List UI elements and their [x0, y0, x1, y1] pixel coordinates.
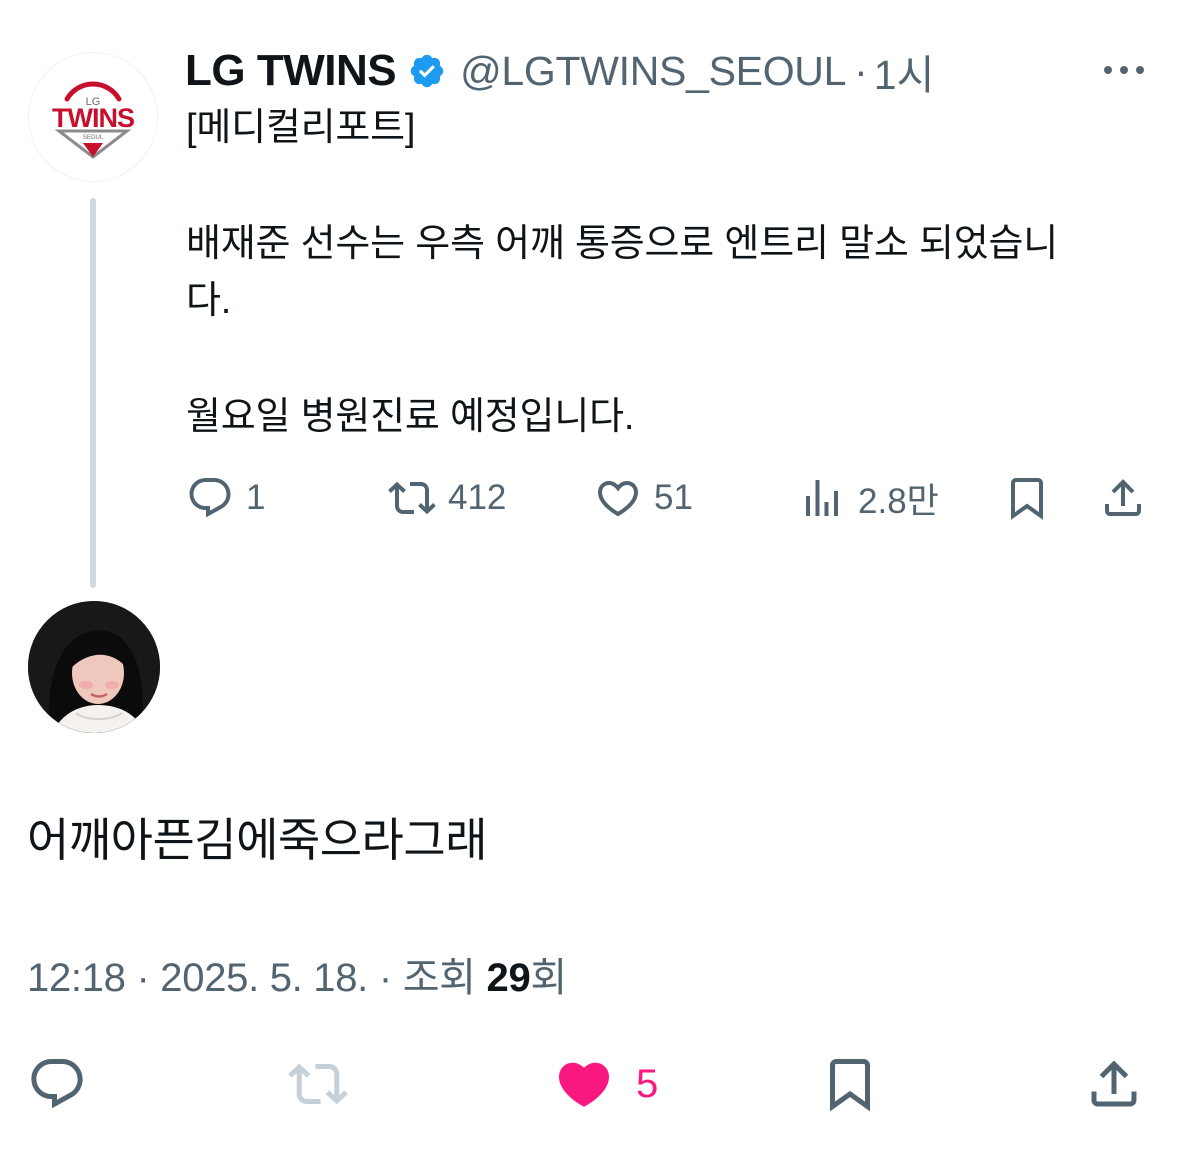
tweet-header: LG TWINS @LGTWINS_SEOUL · 1시	[185, 44, 934, 98]
heart-filled-icon	[558, 1062, 610, 1107]
heart-outline-icon	[597, 481, 639, 517]
tweet-text-line: 다.	[186, 280, 232, 322]
reply-user-avatar[interactable]	[28, 601, 160, 733]
bookmark-button[interactable]	[1003, 472, 1051, 524]
view-count: 2.8만	[858, 481, 939, 521]
reply-button[interactable]	[27, 1052, 87, 1116]
like-button-active[interactable]: 5	[554, 1052, 658, 1116]
like-count: 51	[654, 478, 693, 517]
separator-dot: ·	[378, 956, 392, 1000]
bookmark-icon	[830, 1059, 870, 1112]
thread-connector-line	[90, 198, 96, 588]
analytics-bar-icon	[806, 480, 838, 516]
reply-text: 어깨아픈김에죽으라그래	[27, 814, 488, 866]
views-button[interactable]: 2.8만	[798, 472, 939, 524]
user-handle[interactable]: @LGTWINS_SEOUL	[460, 48, 846, 95]
views-count: 29	[486, 956, 531, 1000]
views-label: 조회	[402, 956, 476, 1000]
retweet-icon	[388, 481, 436, 515]
retweet-button-disabled[interactable]	[288, 1052, 348, 1116]
share-button[interactable]	[1099, 472, 1147, 524]
logo-big-text: TWINS	[52, 103, 134, 133]
display-name[interactable]: LG TWINS	[185, 46, 397, 96]
retweet-count: 412	[448, 478, 507, 517]
separator-dot: ·	[854, 47, 868, 94]
profile-photo	[28, 601, 160, 733]
reply-count: 1	[246, 478, 266, 517]
like-button[interactable]: 51	[594, 472, 693, 524]
verified-badge-icon	[410, 54, 444, 88]
separator-dot: ·	[136, 956, 150, 1000]
retweet-button[interactable]: 412	[388, 472, 506, 524]
lg-twins-avatar[interactable]: LG TWINS SEOUL	[28, 52, 158, 182]
retweet-icon	[288, 1063, 348, 1105]
tweet-time[interactable]: 1시	[874, 41, 935, 101]
logo-sub-text: SEOUL	[83, 135, 104, 141]
reply-icon	[189, 478, 231, 518]
share-icon	[1105, 479, 1141, 516]
tweet-meta: 12:18 · 2025. 5. 18. · 조회 29회	[27, 950, 567, 1006]
bookmark-icon	[1011, 478, 1043, 520]
like-count: 5	[636, 1061, 659, 1106]
reply-icon	[31, 1059, 83, 1109]
share-button[interactable]	[1084, 1052, 1144, 1116]
share-icon	[1091, 1060, 1137, 1107]
reply-button[interactable]: 1	[186, 472, 265, 524]
tweet-text-line: 배재준 선수는 우측 어깨 통증으로 엔트리 말소 되었습니	[186, 223, 1058, 265]
tweet-date[interactable]: 2025. 5. 18.	[160, 956, 368, 1000]
views-unit: 회	[530, 956, 567, 1000]
tweet-time[interactable]: 12:18	[27, 956, 126, 1000]
more-options-icon[interactable]	[1100, 56, 1148, 84]
tweet-text-line: [메디컬리포트]	[186, 107, 416, 149]
tweet-text-line: 월요일 병원진료 예정입니다.	[186, 396, 635, 438]
bookmark-button[interactable]	[820, 1052, 880, 1116]
lg-twins-logo-icon: LG TWINS SEOUL	[52, 81, 135, 159]
